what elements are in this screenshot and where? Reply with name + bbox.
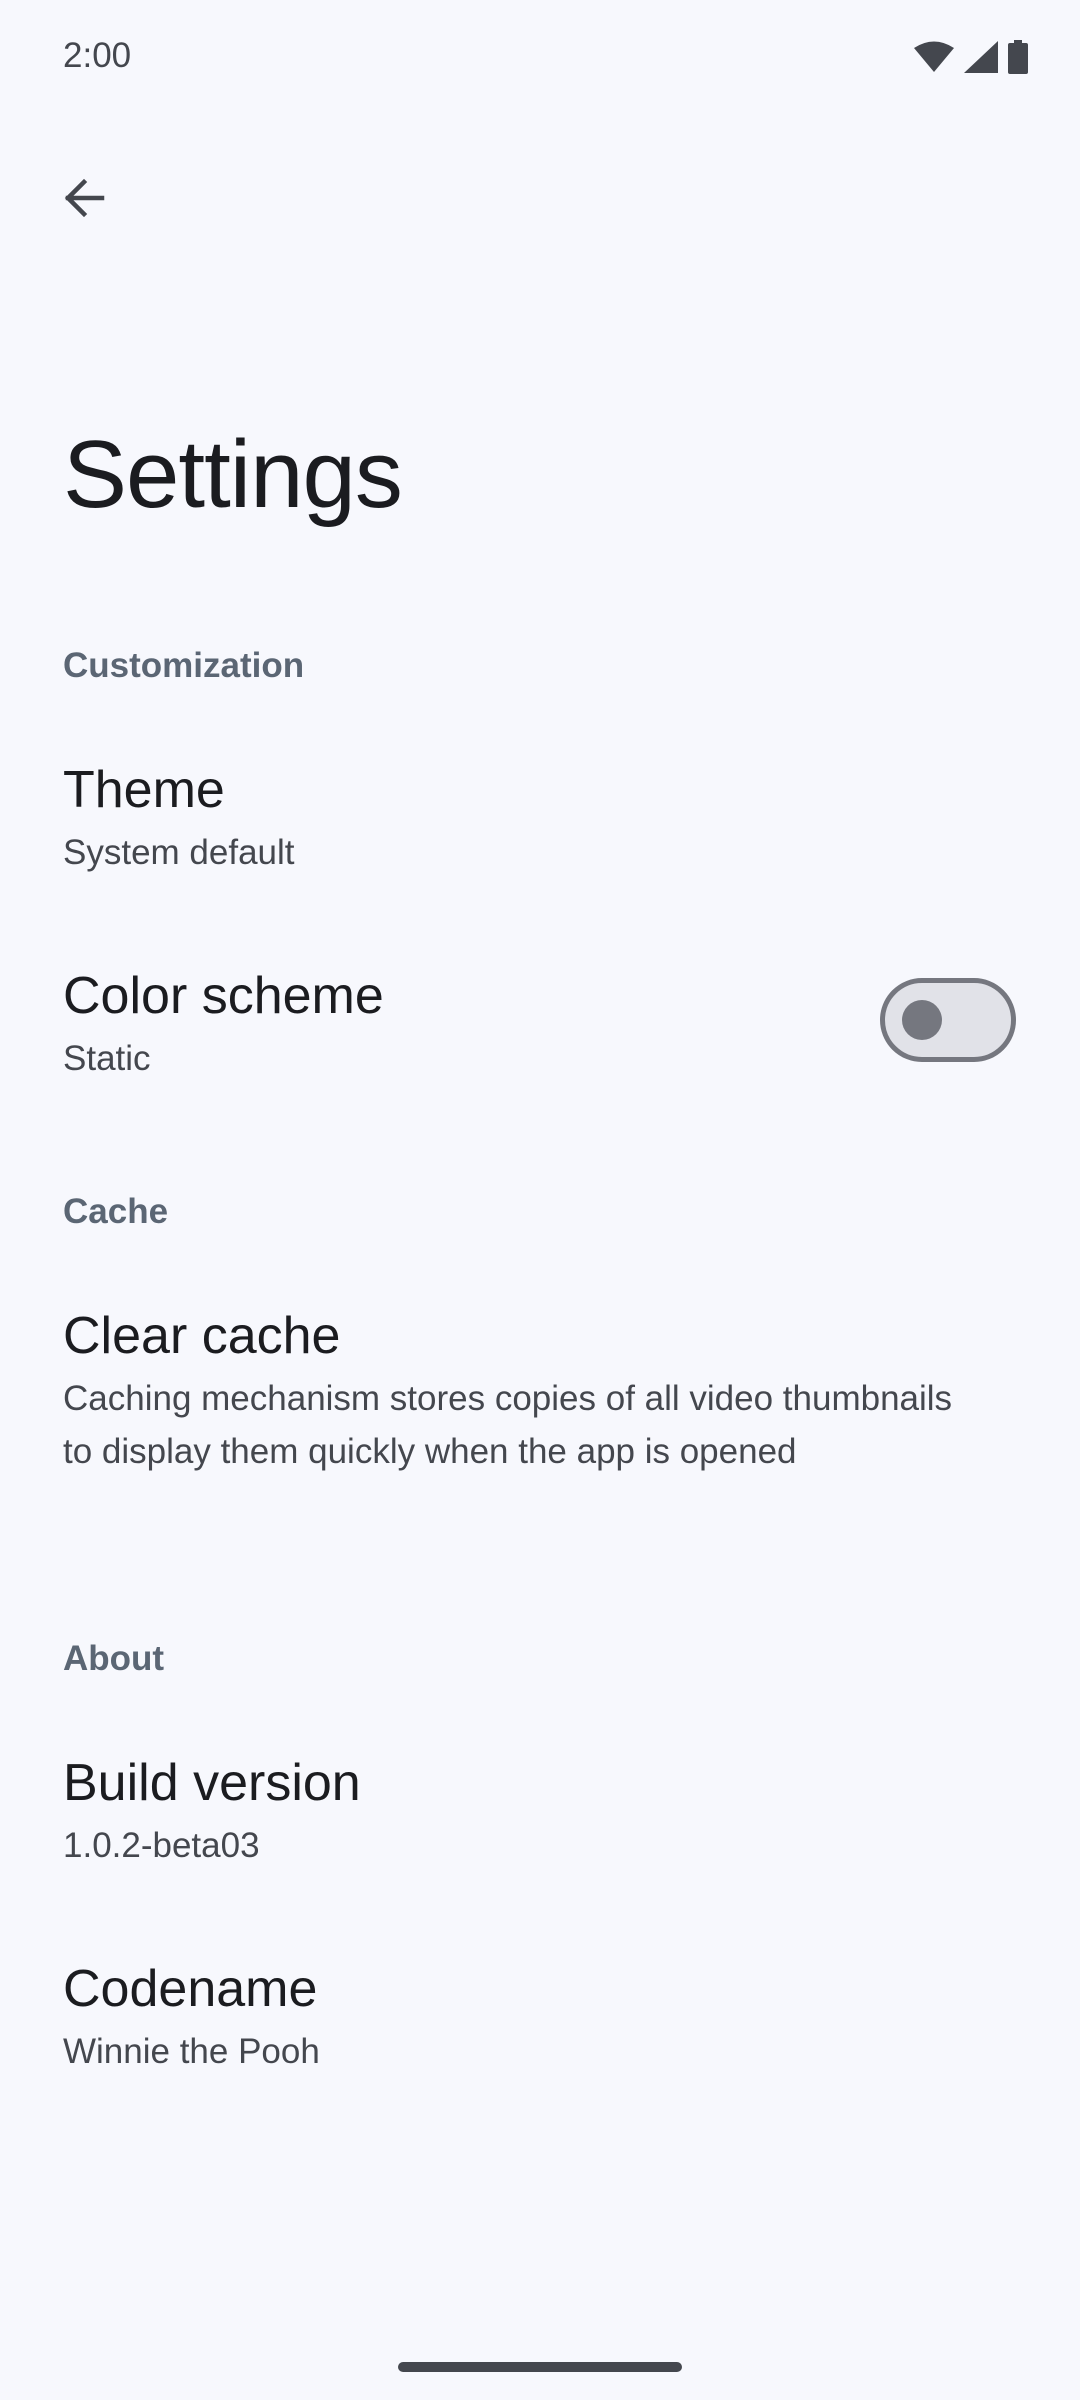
- preference-clear-cache[interactable]: Clear cache Caching mechanism stores cop…: [0, 1286, 1080, 1546]
- status-time: 2:00: [63, 36, 132, 75]
- arrow-back-icon: [62, 176, 106, 225]
- preference-build-version[interactable]: Build version 1.0.2-beta03: [0, 1733, 1080, 1903]
- section-header-cache: Cache: [63, 1192, 169, 1231]
- battery-icon: [1008, 40, 1028, 74]
- back-button[interactable]: [44, 160, 124, 240]
- preference-summary: Static: [63, 1039, 151, 1078]
- preference-summary: Winnie the Pooh: [63, 2032, 320, 2071]
- preference-summary: System default: [63, 833, 295, 872]
- page-title: Settings: [63, 421, 403, 528]
- color-scheme-switch[interactable]: [880, 978, 1016, 1062]
- cellular-signal-icon: [964, 41, 998, 73]
- preference-title: Color scheme: [63, 967, 384, 1025]
- preference-title: Build version: [63, 1754, 361, 1812]
- preference-theme[interactable]: Theme System default: [0, 740, 1080, 910]
- preference-title: Theme: [63, 761, 225, 819]
- preference-summary: Caching mechanism stores copies of all v…: [63, 1379, 953, 1471]
- section-header-customization: Customization: [63, 646, 305, 685]
- settings-screen: 2:00 Settings Customization Theme System…: [0, 0, 1080, 2400]
- section-header-about: About: [63, 1639, 165, 1678]
- wifi-icon: [914, 41, 954, 73]
- switch-thumb: [902, 1000, 942, 1040]
- gesture-navigation-handle[interactable]: [398, 2362, 682, 2372]
- preference-summary: 1.0.2-beta03: [63, 1826, 260, 1865]
- preference-title: Codename: [63, 1960, 318, 2018]
- preference-title: Clear cache: [63, 1307, 341, 1365]
- status-icons: [914, 40, 1028, 74]
- preference-codename[interactable]: Codename Winnie the Pooh: [0, 1939, 1080, 2109]
- status-bar: 2:00: [0, 0, 1080, 120]
